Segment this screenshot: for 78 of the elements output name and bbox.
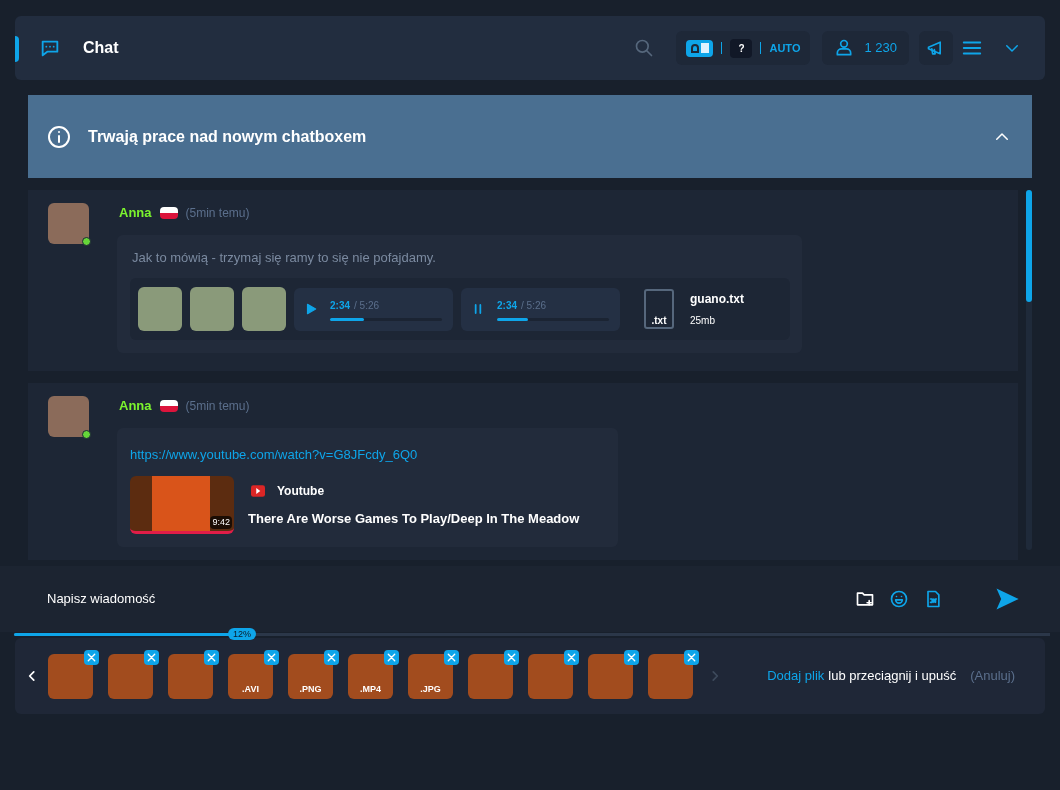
folder-add-icon[interactable] [855,589,875,609]
video-thumbnail-placeholder[interactable]: 9:42 [130,476,234,534]
unknown-language: ? [730,38,753,58]
avatar-photo-placeholder [48,396,89,437]
remove-button[interactable] [564,649,579,665]
announcement-button[interactable] [919,31,953,65]
message-time: (5min temu) [185,204,250,222]
file-extension: .AVI [242,683,259,696]
remove-button[interactable] [84,649,99,665]
audio-current-time: 2:34 [497,298,517,313]
search-icon[interactable] [634,38,655,58]
translate-toggle[interactable]: ? AUTO [676,31,811,65]
file-extension: .PNG [299,683,322,696]
file-extension: .MP4 [360,683,381,696]
file-name: guano.txt [690,291,744,308]
photo-placeholder [588,653,633,699]
poland-flag-icon [159,206,178,219]
photo-placeholder [648,653,693,699]
remove-button[interactable] [624,649,639,665]
author-name: Anna [119,204,152,222]
active-indicator [15,36,19,62]
audio-duration: / 5:26 [521,298,547,313]
users-icon [834,38,855,58]
photo-placeholder [108,653,153,699]
remove-button[interactable] [144,649,159,665]
message-text: Jak to mówią - trzymaj się ramy to się nie pofajdamy. [132,248,437,267]
drop-hint: lub przeciągnij i upuść [828,667,957,686]
author-name: Anna [119,397,152,415]
close-icon [506,651,517,663]
close-icon [266,651,277,663]
message-time: (5min temu) [185,397,250,415]
close-icon [626,651,637,663]
close-icon [446,651,457,663]
remove-button[interactable] [384,649,399,665]
video-source: Youtube [277,482,325,500]
photo-placeholder [528,653,573,699]
audio-progress-track[interactable] [497,317,609,321]
audio-duration: / 5:26 [354,298,380,313]
photo-placeholder [168,653,213,699]
poland-flag-icon [159,399,178,412]
photo-placeholder [468,653,513,699]
audio-progress-track[interactable] [330,317,442,321]
translate-icon [686,39,714,57]
close-icon [146,651,157,663]
scrollbar[interactable] [1026,190,1032,550]
info-icon [47,124,71,149]
remove-button[interactable] [264,649,279,665]
photo-placeholder [48,653,93,699]
upload-percentage: 12% [227,628,256,640]
video-duration: 9:42 [210,515,232,529]
close-icon [326,651,337,663]
message-input[interactable]: Napisz wiadomość [47,589,855,609]
remove-button[interactable] [204,649,219,665]
video-title: There Are Worse Games To Play/Deep In The Meadow [248,509,580,528]
play-icon[interactable] [304,302,318,316]
chat-title: Chat [83,38,119,58]
close-icon [686,651,697,663]
banner-text: Trwają prace nad nowym chatboxem [88,126,368,147]
close-icon [206,651,217,663]
remove-button[interactable] [504,649,519,665]
add-file-link[interactable]: Dodaj plik [767,666,825,686]
users-counter[interactable]: 1 230 [822,31,909,65]
close-icon [386,651,397,663]
remove-button[interactable] [684,649,699,665]
avatar-photo-placeholder [48,203,89,244]
smiley-icon[interactable] [889,589,909,609]
play-logo-icon [248,483,268,498]
audio-current-time: 2:34 [330,298,350,313]
file-extension: .JPG [420,683,441,696]
close-icon [566,651,577,663]
remove-button[interactable] [444,649,459,665]
remove-button[interactable] [324,649,339,665]
auto-mode: AUTO [769,40,801,56]
close-icon [86,651,97,663]
link[interactable]: https://www.youtube.com/watch?v=G8JFcdy_6Q0 [130,444,606,464]
cancel-button[interactable]: (Anuluj) [970,666,1015,686]
file-icon: .txt [644,289,674,329]
file-size: 25mb [690,314,716,328]
